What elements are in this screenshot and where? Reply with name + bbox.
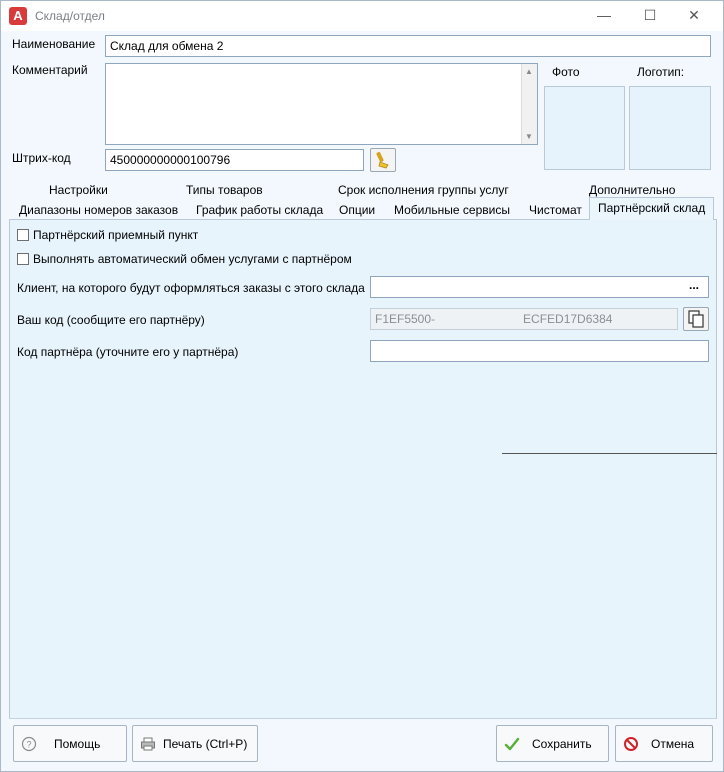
barcode-label: Штрих-код — [12, 151, 71, 165]
cancel-button[interactable]: Отмена — [615, 725, 713, 762]
comment-textarea[interactable]: ▲ ▼ — [105, 63, 538, 145]
logo-label: Логотип: — [637, 65, 685, 79]
client-label: Клиент, на которого будут оформляться за… — [17, 281, 365, 295]
help-button[interactable]: ? Помощь — [13, 725, 127, 762]
tab-order-number-ranges[interactable]: Диапазоны номеров заказов — [19, 203, 178, 217]
your-code-suffix: ECFED17D6384 — [523, 312, 613, 326]
copy-icon — [688, 310, 704, 328]
tab-product-types[interactable]: Типы товаров — [186, 183, 263, 197]
name-label: Наименование — [12, 37, 96, 51]
partner-code-input[interactable] — [370, 340, 709, 362]
tab-work-schedule[interactable]: График работы склада — [196, 203, 323, 217]
svg-text:?: ? — [26, 740, 31, 750]
help-icon: ? — [21, 736, 37, 752]
help-label: Помощь — [54, 737, 101, 751]
window-title: Склад/отдел — [35, 9, 105, 23]
client-browse-button[interactable]: ... — [689, 278, 699, 292]
comment-label: Комментарий — [12, 63, 88, 77]
save-label: Сохранить — [532, 737, 592, 751]
tab-service-deadline[interactable]: Срок исполнения группы услуг — [338, 183, 509, 197]
tab-options[interactable]: Опции — [339, 203, 375, 217]
print-button[interactable]: Печать (Ctrl+P) — [132, 725, 258, 762]
minimize-button[interactable]: — — [581, 1, 627, 31]
print-label: Печать (Ctrl+P) — [163, 737, 248, 751]
client-input[interactable] — [370, 276, 709, 298]
title-bar: A Склад/отдел — ☐ ✕ — [1, 1, 723, 31]
cancel-icon — [624, 737, 638, 751]
tab-partner-warehouse[interactable]: Партнёрский склад — [589, 197, 715, 220]
your-code-prefix: F1EF5500- — [375, 312, 436, 326]
save-button[interactable]: Сохранить — [496, 725, 609, 762]
brush-icon — [376, 151, 389, 169]
comment-scrollbar[interactable]: ▲ ▼ — [521, 64, 537, 144]
copy-code-button[interactable] — [683, 307, 709, 331]
scroll-down-icon[interactable]: ▼ — [525, 132, 533, 141]
dialog-window: A Склад/отдел — ☐ ✕ Наименование Склад д… — [0, 0, 724, 772]
photo-label: Фото — [552, 65, 580, 79]
photo-image-box[interactable] — [544, 86, 625, 170]
close-button[interactable]: ✕ — [671, 1, 717, 31]
your-code-label: Ваш код (сообщите его партнёру) — [17, 313, 205, 327]
cancel-label: Отмена — [651, 737, 695, 751]
scroll-up-icon[interactable]: ▲ — [525, 67, 533, 76]
maximize-button[interactable]: ☐ — [627, 1, 673, 31]
name-input[interactable]: Склад для обмена 2 — [105, 35, 711, 57]
tab-mobile-services[interactable]: Мобильные сервисы — [394, 203, 510, 217]
receiving-point-checkbox[interactable] — [17, 229, 29, 241]
auto-exchange-label: Выполнять автоматический обмен услугами … — [33, 252, 352, 266]
barcode-input[interactable]: 450000000000100796 — [105, 149, 364, 171]
partner-code-label: Код партнёра (уточните его у партнёра) — [17, 345, 239, 359]
auto-exchange-checkbox[interactable] — [17, 253, 29, 265]
your-code-field: F1EF5500- ECFED17D6384 — [370, 308, 678, 330]
divider-line — [502, 453, 717, 454]
app-logo-icon: A — [9, 7, 27, 25]
generate-barcode-button[interactable] — [370, 148, 396, 172]
printer-icon — [141, 737, 155, 751]
tab-settings[interactable]: Настройки — [49, 183, 108, 197]
tab-additional[interactable]: Дополнительно — [589, 183, 675, 197]
logo-image-box[interactable] — [629, 86, 711, 170]
checkmark-icon — [504, 737, 520, 751]
receiving-point-label: Партнёрский приемный пункт — [33, 228, 199, 242]
tab-chistomat[interactable]: Чистомат — [529, 203, 582, 217]
footer-separator — [9, 718, 717, 719]
